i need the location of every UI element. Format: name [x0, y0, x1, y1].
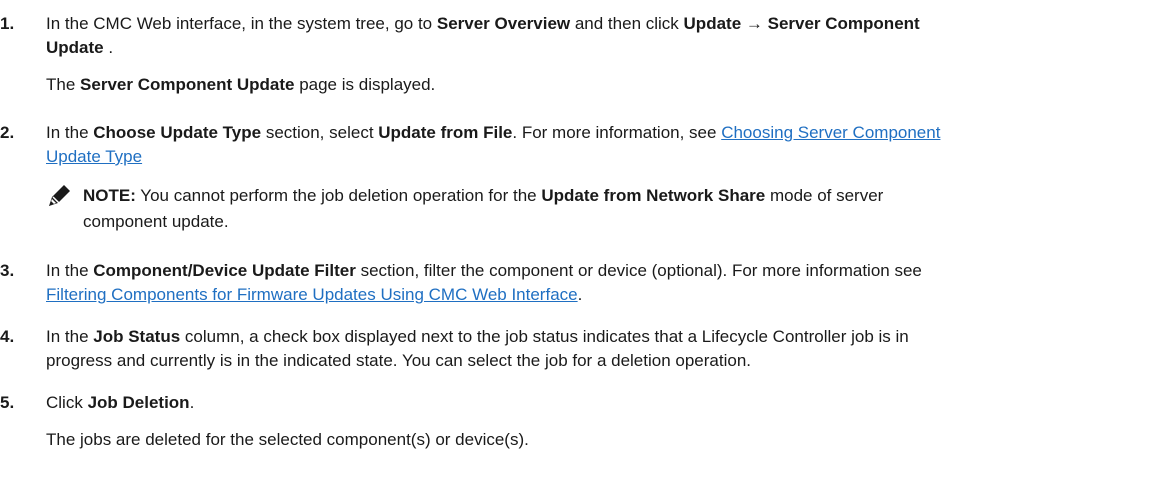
step-text: In the [46, 123, 94, 142]
step-text: In the CMC Web interface, in the system … [46, 14, 437, 33]
note-text: component update. [83, 212, 229, 231]
step-2-line-2: Update Type [46, 145, 142, 169]
step-3-line-2: Filtering Components for Firmware Update… [46, 283, 582, 307]
step-1-line-1: In the CMC Web interface, in the system … [46, 12, 920, 36]
step-text: In the [46, 261, 94, 280]
step-text: and then click [570, 14, 684, 33]
step-text: progress and currently is in the indicat… [46, 351, 752, 370]
note-text: mode of server [765, 186, 884, 205]
ui-term-server-overview: Server Overview [436, 14, 571, 33]
step-text: . [189, 393, 195, 412]
ui-term-update-from-network-share: Update from Network Share [541, 186, 766, 205]
step-2-line-1: In the Choose Update Type section, selec… [46, 121, 940, 145]
link-choosing-server-component-update-type[interactable]: Choosing Server Component [721, 123, 940, 142]
note-label: NOTE: [83, 186, 136, 205]
step-text: . [577, 285, 583, 304]
step-text: section, filter the component or device … [355, 261, 922, 280]
result-text: page is displayed. [294, 75, 436, 94]
ui-term-update-from-file: Update from File [378, 123, 513, 142]
ui-term-component-device-update-filter: Component/Device Update Filter [93, 261, 356, 280]
ui-term-server-component-update: Server Component Update [80, 75, 295, 94]
arrow-separator: → [741, 14, 768, 33]
step-text: section, select [261, 123, 379, 142]
step-number: 1. [0, 14, 15, 33]
ui-term-job-status: Job Status [93, 327, 181, 346]
ui-term-update-cont: Update [46, 38, 104, 57]
step-5-result: The jobs are deleted for the selected co… [46, 428, 529, 452]
result-text: The [46, 75, 81, 94]
ui-term-server-component: Server Component [767, 14, 920, 33]
link-choosing-server-component-update-type-cont[interactable]: Update Type [46, 147, 142, 166]
step-text: Click [46, 393, 88, 412]
pencil-note-icon [49, 185, 70, 206]
ui-term-choose-update-type: Choose Update Type [93, 123, 262, 142]
ui-term-job-deletion: Job Deletion [87, 393, 190, 412]
note-line-2: component update. [83, 210, 229, 234]
step-number: 5. [0, 393, 15, 412]
step-number: 2. [0, 123, 15, 142]
step-4-line-1: In the Job Status column, a check box di… [46, 325, 909, 349]
note-text: You cannot perform the job deletion oper… [135, 186, 542, 205]
link-filtering-components[interactable]: Filtering Components for Firmware Update… [46, 285, 578, 304]
result-text: The jobs are deleted for the selected co… [46, 430, 529, 449]
ui-term-update: Update [683, 14, 742, 33]
step-4-line-2: progress and currently is in the indicat… [46, 349, 751, 373]
step-number: 4. [0, 327, 15, 346]
step-text: In the [46, 327, 94, 346]
step-text: . For more information, see [512, 123, 722, 142]
step-1-line-2: Update . [46, 36, 113, 60]
step-text: column, a check box displayed next to th… [180, 327, 909, 346]
step-1-result: The Server Component Update page is disp… [46, 73, 435, 97]
step-5-line-1: Click Job Deletion. [46, 391, 194, 415]
step-number: 3. [0, 261, 15, 280]
note-line-1: NOTE: You cannot perform the job deletio… [83, 184, 883, 208]
step-text: . [103, 38, 114, 57]
step-3-line-1: In the Component/Device Update Filter se… [46, 259, 922, 283]
procedure-page: 1. In the CMC Web interface, in the syst… [0, 0, 1172, 484]
